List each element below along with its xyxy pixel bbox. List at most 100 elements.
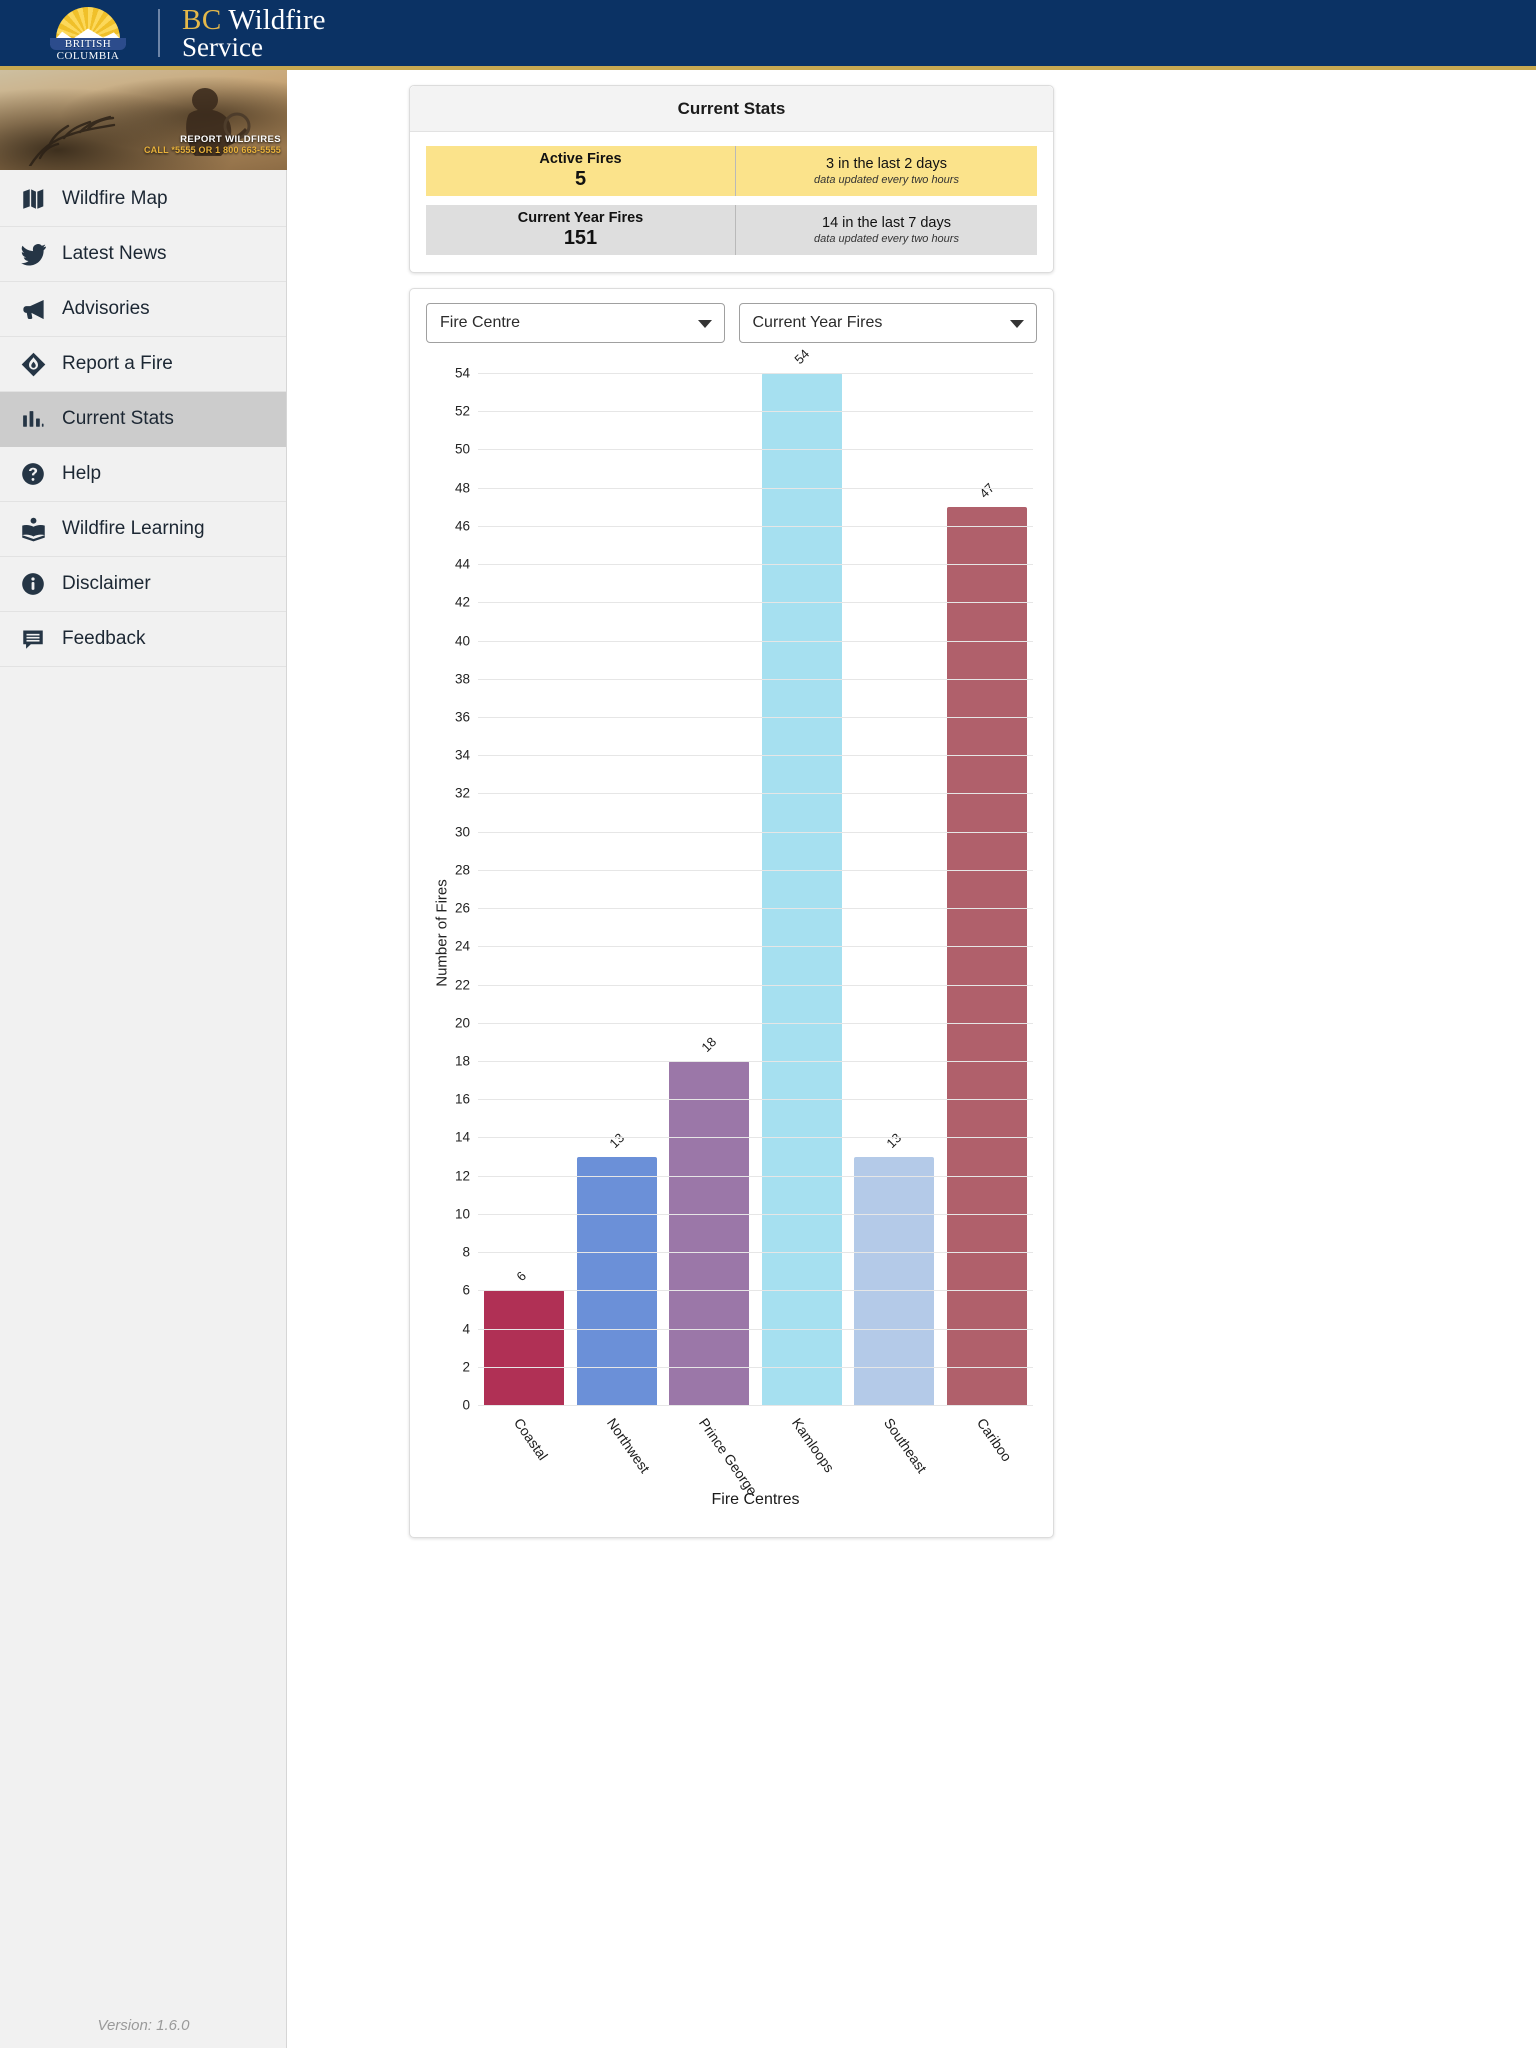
banner-line-1: REPORT WILDFIRES xyxy=(180,134,281,145)
y-axis-tick: 28 xyxy=(454,862,470,878)
main-content: Current Stats Active Fires 5 3 in the la… xyxy=(288,70,1536,2048)
grid-line: 18 xyxy=(455,1054,1033,1069)
x-axis-tick: Coastal xyxy=(511,1415,552,1464)
wordmark: BC Wildfire Service xyxy=(182,5,326,61)
y-axis-label: Number of Fires xyxy=(433,879,451,987)
grid-line: 28 xyxy=(455,862,1033,877)
stat-left: Current Year Fires 151 xyxy=(426,205,736,255)
bar[interactable] xyxy=(484,1290,565,1405)
app-root: BRITISH COLUMBIA BC Wildfire Service REP… xyxy=(0,0,1536,2048)
sidebar-item-advisories[interactable]: Advisories xyxy=(0,282,286,337)
grid-line: 12 xyxy=(455,1168,1033,1183)
crest-line-1: BRITISH xyxy=(64,38,112,50)
y-axis-tick: 10 xyxy=(454,1206,470,1222)
info-circle-icon xyxy=(20,571,62,597)
sidebar-item-label: Wildfire Learning xyxy=(62,518,205,539)
grid-line: 10 xyxy=(455,1206,1033,1221)
current-stats-body: Active Fires 5 3 in the last 2 days data… xyxy=(410,132,1053,278)
y-axis-tick: 32 xyxy=(454,785,470,801)
bc-crest-icon: BRITISH COLUMBIA xyxy=(40,5,136,61)
grid-line: 0 xyxy=(462,1398,1033,1413)
twitter-bird-icon xyxy=(20,241,62,268)
grid-line: 14 xyxy=(455,1130,1033,1145)
bar[interactable] xyxy=(761,373,842,1405)
stat-value: 151 xyxy=(563,227,598,249)
y-axis-tick: 38 xyxy=(454,671,470,687)
x-axis-tick: Kamloops xyxy=(788,1415,838,1476)
sidebar-item-current-stats[interactable]: Current Stats xyxy=(0,392,286,447)
stat-value: 5 xyxy=(574,168,587,190)
grid-line: 50 xyxy=(455,442,1033,457)
report-wildfires-banner: REPORT WILDFIRES CALL *5555 OR 1 800 663… xyxy=(0,70,287,170)
y-axis-tick: 54 xyxy=(454,365,470,381)
current-stats-title: Current Stats xyxy=(410,86,1053,132)
y-axis-tick: 18 xyxy=(454,1053,470,1069)
group-by-select[interactable]: Fire Centre xyxy=(426,303,725,343)
grid-line: 54 xyxy=(455,366,1033,381)
bar-value-label: 13 xyxy=(883,1129,905,1151)
chart-controls: Fire Centre Current Year Fires xyxy=(410,289,1053,343)
map-icon xyxy=(20,186,62,212)
sidebar-item-feedback[interactable]: Feedback xyxy=(0,612,286,667)
grid-line: 42 xyxy=(455,595,1033,610)
grid-line: 2 xyxy=(462,1359,1033,1374)
sidebar-item-help[interactable]: Help xyxy=(0,447,286,502)
stat-row-current-year-fires: Current Year Fires 151 14 in the last 7 … xyxy=(426,205,1037,255)
y-axis-tick: 52 xyxy=(454,403,470,419)
bar-slot[interactable]: 13 xyxy=(576,373,657,1405)
y-axis-tick: 46 xyxy=(454,518,470,534)
sidebar-item-label: Disclaimer xyxy=(62,573,151,594)
sidebar-item-label: Latest News xyxy=(62,243,167,264)
sidebar-item-wildfire-learning[interactable]: Wildfire Learning xyxy=(0,502,286,557)
grid-line: 36 xyxy=(455,710,1033,725)
chevron-down-icon xyxy=(1010,320,1024,328)
stat-detail: 3 in the last 2 days xyxy=(826,156,947,172)
bc-wildfire-logo[interactable]: BRITISH COLUMBIA BC Wildfire Service xyxy=(0,5,326,61)
stat-right: 14 in the last 7 days data updated every… xyxy=(736,205,1037,255)
app-header: BRITISH COLUMBIA BC Wildfire Service xyxy=(0,0,1536,70)
grid-line: 8 xyxy=(462,1245,1033,1260)
current-stats-card: Current Stats Active Fires 5 3 in the la… xyxy=(409,85,1054,273)
bar-slot[interactable]: 6 xyxy=(484,373,565,1405)
stat-note: data updated every two hours xyxy=(814,174,959,186)
sidebar-item-wildfire-map[interactable]: Wildfire Map xyxy=(0,172,286,227)
y-axis-tick: 6 xyxy=(462,1282,470,1298)
grid-line: 16 xyxy=(455,1092,1033,1107)
y-axis-tick: 24 xyxy=(454,938,470,954)
y-axis-tick: 20 xyxy=(454,1015,470,1031)
grid-line: 52 xyxy=(455,404,1033,419)
x-axis-tick: Prince George xyxy=(696,1415,762,1499)
stat-left: Active Fires 5 xyxy=(426,146,736,196)
burnt-tree-image xyxy=(28,115,116,166)
bar-value-label: 54 xyxy=(791,346,812,367)
sidebar-item-label: Advisories xyxy=(62,298,150,319)
y-axis-tick: 48 xyxy=(454,480,470,496)
bar-slot[interactable]: 47 xyxy=(946,373,1027,1405)
grid-line: 24 xyxy=(455,939,1033,954)
banner-line-2: CALL *5555 OR 1 800 663-5555 xyxy=(143,145,281,155)
y-axis-tick: 2 xyxy=(462,1359,470,1375)
bar-slot[interactable]: 54 xyxy=(761,346,842,1405)
bar-value-label: 18 xyxy=(698,1034,720,1055)
x-axis-label: Fire Centres xyxy=(711,1491,800,1508)
chart-card: Fire Centre Current Year Fires Number of… xyxy=(409,288,1054,1538)
stat-right: 3 in the last 2 days data updated every … xyxy=(736,146,1037,196)
metric-select[interactable]: Current Year Fires xyxy=(738,303,1037,343)
sidebar-item-disclaimer[interactable]: Disclaimer xyxy=(0,557,286,612)
sidebar: REPORT WILDFIRES CALL *5555 OR 1 800 663… xyxy=(0,70,287,2048)
y-axis-tick: 26 xyxy=(454,900,470,916)
x-axis-tick: Cariboo xyxy=(973,1415,1015,1465)
y-axis-tick: 22 xyxy=(454,977,470,993)
y-axis-tick: 4 xyxy=(462,1321,470,1337)
grid-line: 6 xyxy=(462,1283,1033,1298)
sidebar-item-report-a-fire[interactable]: Report a Fire xyxy=(0,337,286,392)
bar-chart-icon xyxy=(20,407,62,432)
sidebar-item-latest-news[interactable]: Latest News xyxy=(0,227,286,282)
stat-row-active-fires: Active Fires 5 3 in the last 2 days data… xyxy=(426,146,1037,196)
bar-slot[interactable]: 13 xyxy=(854,373,935,1405)
y-axis-label-host: Number of Fires xyxy=(434,343,451,1383)
logo-divider xyxy=(158,9,160,57)
bar-value-label: 13 xyxy=(606,1129,627,1151)
bar-slot[interactable]: 18 xyxy=(669,373,750,1405)
bar[interactable] xyxy=(669,1061,750,1405)
